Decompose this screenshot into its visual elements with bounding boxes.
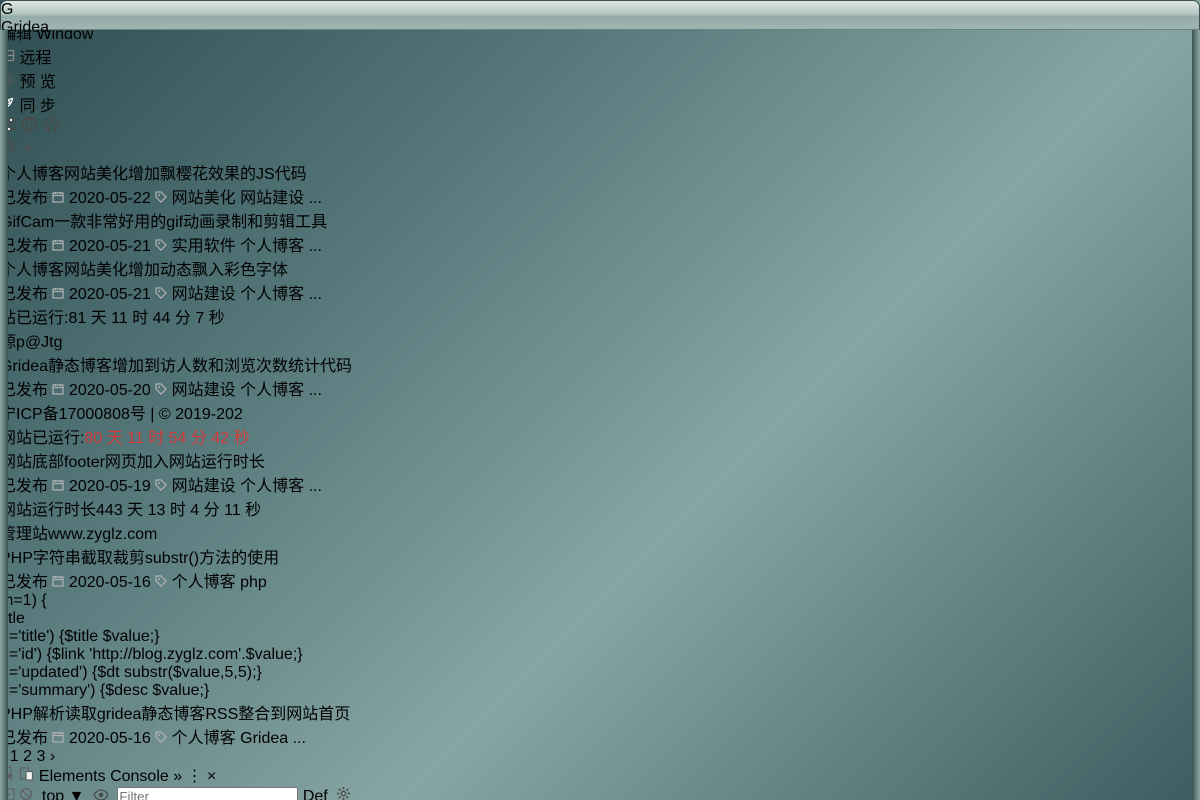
tab-elements[interactable]: Elements [39,768,106,785]
sidebar-footer [0,116,1200,138]
post-title: 个人博客网站美化增加飘樱花效果的JS代码 [0,166,307,183]
post-title: Gridea静态博客增加到访人数和浏览次数统计代码 [0,358,353,375]
post-meta: 已发布 2020-05-20 网站建设 个人博客 ... [0,376,1200,400]
content-header: + [0,135,1200,160]
post-tags: 网站建设 个人博客 ... [171,382,322,399]
website-globe-icon[interactable] [21,116,38,133]
pagination: ‹ 1 2 3 › [0,748,1200,766]
more-tabs-icon[interactable]: » [173,768,182,785]
tag-icon [155,239,168,251]
sidebar-item-label: 远程 [19,50,52,67]
devtools-tabbar: Elements Console » ⋮ × [0,766,1200,786]
post-meta: 已发布 2020-05-16 个人博客 Gridea ... [0,724,1200,748]
post-meta: 已发布 2020-05-16 个人博客 php [0,568,1200,592]
tag-icon [155,191,168,203]
sync-label: 同 步 [19,98,56,115]
tag-icon [155,731,168,743]
post-thumbnail: 宁ICP备17000808号 | © 2019-202 网站已运行:80 天 1… [0,406,250,447]
calendar-icon [52,240,65,251]
post-title: 网站底部footer网页加入网站运行时长 [0,454,265,471]
preview-label: 预 览 [19,74,56,91]
add-post-button[interactable]: + [21,135,34,160]
calendar-icon [52,384,65,395]
post-tags: 个人博客 Gridea ... [171,730,306,747]
post-tags: 实用软件 个人博客 ... [171,238,322,255]
post-thumbnail: 网站运行时长443 天 13 时 4 分 11 秒 管理站www.zyglz.c… [0,502,262,543]
post-meta: 已发布 2020-05-19 网站建设 个人博客 ... [0,472,1200,496]
post-tags: 网站建设 个人博客 ... [171,286,322,303]
post-title: PHP解析读取gridea静态博客RSS整合到网站首页 [0,706,351,723]
post-card[interactable]: Gridea静态博客增加到访人数和浏览次数统计代码 已发布 2020-05-20… [0,352,1200,448]
post-date: 2020-05-19 [68,478,151,495]
devtools-close-icon[interactable]: × [207,768,216,785]
window-frame-right [1192,30,1200,800]
post-card[interactable]: 个人博客网站美化增加动态飘入彩色字体 已发布 2020-05-21 网站建设 个… [0,256,1200,352]
device-toolbar-icon[interactable] [19,767,38,785]
post-title: PHP字符串截取裁剪substr()方法的使用 [0,550,280,567]
tag-icon [155,383,168,395]
post-thumbnail: 站已运行:81 天 11 时 44 分 7 秒 源p@Jtg [0,310,225,351]
post-card[interactable]: PHP字符串截取裁剪substr()方法的使用 已发布 2020-05-16 个… [0,544,1200,700]
window-title: Gridea [1,19,50,36]
post-card[interactable]: PHP解析读取gridea静态博客RSS整合到网站首页 已发布 2020-05-… [0,700,1200,748]
next-page-button[interactable]: › [50,748,55,765]
post-date: 2020-05-22 [68,190,151,207]
post-card[interactable]: GifCam一款非常好用的gif动画录制和剪辑工具 已发布 2020-05-21… [0,208,1200,256]
page-1-button[interactable]: 1 [10,748,19,765]
post-title: 个人博客网站美化增加动态飘入彩色字体 [0,262,289,279]
post-date: 2020-05-16 [68,574,151,591]
post-list: 个人博客网站美化增加飘樱花效果的JS代码 已发布 2020-05-22 网站美化… [0,160,1200,766]
window-titlebar: G Gridea [0,0,1200,36]
app-window: 编辑 Window 远程 预 览 同 步 + 个人博客网站美化增加飘樱花效果的J… [0,20,1200,800]
window-frame-left [0,30,8,800]
calendar-icon [52,732,65,743]
sidebar: 远程 预 览 同 步 [0,44,1200,138]
tab-console[interactable]: Console [110,768,169,785]
post-thumbnail: m=1) { title g='title') {$title $value;}… [0,592,303,699]
tag-icon [155,575,168,587]
app-icon: G [1,1,14,18]
post-date: 2020-05-21 [68,238,151,255]
post-meta: 已发布 2020-05-21 实用软件 个人博客 ... [0,232,1200,256]
page-3-button[interactable]: 3 [37,748,46,765]
devtools-menu-icon[interactable]: ⋮ [187,768,203,785]
post-date: 2020-05-21 [68,286,151,303]
sync-button[interactable]: 同 步 [0,92,1200,116]
github-icon[interactable] [43,116,60,133]
post-tags: 网站建设 个人博客 ... [171,478,322,495]
post-tags: 个人博客 php [171,574,267,591]
calendar-icon [52,192,65,203]
preview-button[interactable]: 预 览 [0,68,1200,92]
post-card[interactable]: 个人博客网站美化增加飘樱花效果的JS代码 已发布 2020-05-22 网站美化… [0,160,1200,208]
calendar-icon [52,576,65,587]
sidebar-item-remote[interactable]: 远程 [0,44,1200,68]
post-card[interactable]: 网站底部footer网页加入网站运行时长 已发布 2020-05-19 网站建设… [0,448,1200,544]
tag-icon [155,287,168,299]
post-date: 2020-05-16 [68,730,151,747]
desktop: G Gridea ✕ 编辑 Window 远程 [0,0,1200,800]
post-meta: 已发布 2020-05-22 网站美化 网站建设 ... [0,184,1200,208]
post-tags: 网站美化 网站建设 ... [171,190,322,207]
post-title: GifCam一款非常好用的gif动画录制和剪辑工具 [0,214,328,231]
calendar-icon [52,288,65,299]
tag-icon [155,479,168,491]
post-meta: 已发布 2020-05-21 网站建设 个人博客 ... [0,280,1200,304]
window-frame-bottom [0,790,1200,800]
post-list-panel: + 个人博客网站美化增加飘樱花效果的JS代码 已发布 2020-05-22 网站… [0,135,1200,766]
post-date: 2020-05-20 [68,382,151,399]
page-2-button[interactable]: 2 [23,748,32,765]
calendar-icon [52,480,65,491]
